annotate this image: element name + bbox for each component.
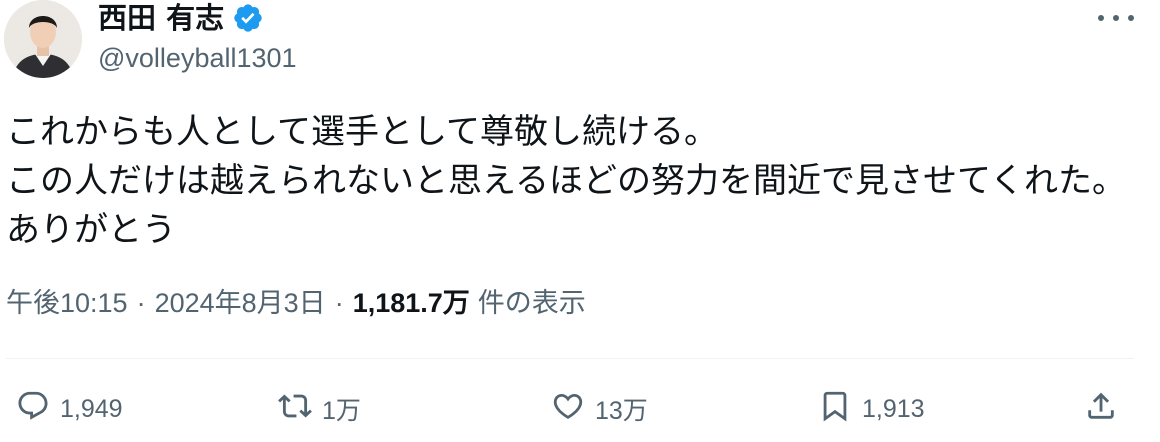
bookmark-count: 1,913 — [862, 394, 925, 423]
meta-separator: · — [136, 288, 146, 318]
share-button[interactable] — [1084, 384, 1118, 434]
reply-count: 1,949 — [60, 394, 123, 423]
bookmark-button[interactable]: 1,913 — [818, 384, 925, 434]
action-bar: 1,949 1万 13万 1,913 — [0, 384, 1160, 434]
tweet-time[interactable]: 午後10:15 — [6, 286, 128, 320]
tweet-meta: 午後10:15 · 2024年8月3日 · 1,181.7万 件の表示 — [6, 286, 586, 320]
views-count[interactable]: 1,181.7万 — [353, 286, 470, 320]
share-icon — [1084, 389, 1118, 430]
verified-badge-icon — [232, 2, 264, 34]
retweet-count: 1万 — [322, 397, 361, 425]
like-count: 13万 — [595, 397, 648, 425]
reply-icon — [16, 389, 50, 430]
like-button[interactable]: 13万 — [551, 384, 648, 434]
meta-separator: · — [334, 288, 344, 318]
more-options-icon[interactable] — [1098, 4, 1134, 32]
author-name[interactable]: 西田 有志 — [98, 0, 264, 36]
views-label: 件の表示 — [477, 288, 586, 318]
author-name-text: 西田 有志 — [98, 1, 225, 35]
bookmark-icon — [818, 389, 852, 430]
divider — [6, 358, 1134, 359]
heart-icon — [551, 389, 585, 430]
retweet-button[interactable]: 1万 — [278, 384, 361, 434]
tweet-date[interactable]: 2024年8月3日 — [155, 286, 326, 320]
reply-button[interactable]: 1,949 — [16, 384, 123, 434]
author-avatar[interactable] — [4, 0, 82, 78]
retweet-icon — [278, 389, 312, 430]
tweet-text: これからも人として選手として尊敬し続ける。 この人だけは越えられないと思えるほど… — [6, 112, 1126, 250]
author-handle[interactable]: @volleyball1301 — [98, 41, 297, 75]
